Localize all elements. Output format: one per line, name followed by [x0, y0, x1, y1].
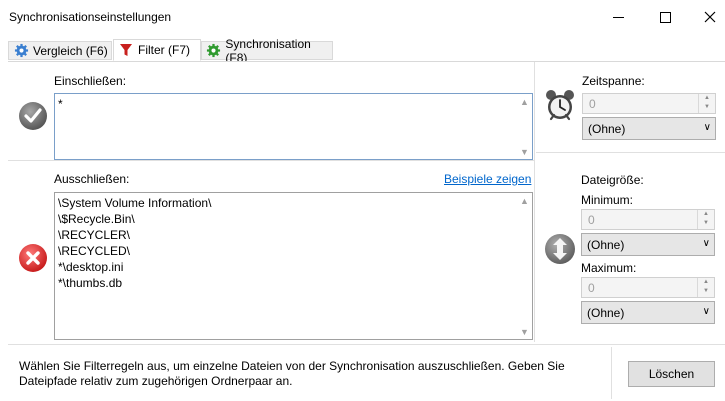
- check-icon: [19, 102, 47, 130]
- maximum-value: 0: [588, 281, 595, 295]
- exclude-scrollbar[interactable]: ▲ ▼: [517, 193, 532, 339]
- exclude-line: *\thumbs.db: [58, 276, 123, 290]
- spinner-buttons[interactable]: ▲ ▼: [698, 94, 715, 113]
- include-label: Einschließen:: [54, 74, 127, 88]
- minimum-unit-select[interactable]: (Ohne) ∨: [581, 233, 715, 256]
- scroll-down-icon[interactable]: ▼: [517, 324, 532, 339]
- maximize-icon: [659, 11, 671, 23]
- exclude-line: \RECYCLER\: [58, 228, 131, 242]
- minimize-button[interactable]: [603, 6, 633, 28]
- clear-button[interactable]: Löschen: [628, 361, 715, 387]
- minimum-spinner[interactable]: 0 ▲ ▼: [581, 209, 715, 230]
- spin-down-icon[interactable]: ▼: [698, 287, 714, 296]
- title-bar: Synchronisationseinstellungen: [0, 0, 725, 35]
- tab-vergleich[interactable]: Vergleich (F6): [8, 41, 112, 60]
- timespan-value: 0: [589, 97, 596, 111]
- tab-synchronisation[interactable]: Synchronisation (F8): [201, 37, 333, 65]
- funnel-icon: [118, 42, 134, 58]
- exclude-label: Ausschließen:: [54, 172, 130, 186]
- timespan-unit-select[interactable]: (Ohne) ∨: [582, 117, 716, 140]
- filter-panel: Einschließen: * ▲ ▼ Ausschließen: Beispi…: [8, 61, 725, 342]
- exclude-line: \System Volume Information\: [58, 196, 212, 210]
- maximum-unit-value: (Ohne): [587, 306, 625, 320]
- gear-green-icon: [206, 43, 221, 59]
- include-textarea[interactable]: * ▲ ▼: [54, 93, 533, 160]
- tab-filter[interactable]: Filter (F7): [113, 39, 201, 61]
- scroll-up-icon[interactable]: ▲: [517, 193, 532, 208]
- timespan-spinner[interactable]: 0 ▲ ▼: [582, 93, 716, 114]
- minimum-unit-value: (Ohne): [587, 238, 625, 252]
- scroll-up-icon[interactable]: ▲: [517, 94, 532, 109]
- exclude-icon: [19, 244, 47, 272]
- spin-up-icon[interactable]: ▲: [699, 94, 715, 103]
- exclude-line: \RECYCLED\: [58, 244, 131, 258]
- scroll-down-icon[interactable]: ▼: [517, 144, 532, 159]
- include-scrollbar[interactable]: ▲ ▼: [517, 94, 532, 159]
- spinner-buttons[interactable]: ▲ ▼: [697, 278, 714, 297]
- limits-area: Zeitspanne: 0 ▲ ▼ (Ohne) ∨ Dateigröße: Mi…: [536, 62, 725, 342]
- exclude-line: *\desktop.ini: [58, 260, 124, 274]
- minimum-label: Minimum:: [581, 193, 634, 207]
- chevron-down-icon: ∨: [702, 306, 710, 317]
- footer: Wählen Sie Filterregeln aus, um einzelne…: [8, 344, 725, 401]
- filter-hint-text: Wählen Sie Filterregeln aus, um einzelne…: [19, 359, 565, 388]
- chevron-down-icon: ∨: [702, 238, 710, 249]
- section-divider: [8, 160, 535, 161]
- section-divider: [536, 152, 725, 153]
- maximize-button[interactable]: [650, 6, 680, 28]
- spin-down-icon[interactable]: ▼: [699, 103, 715, 112]
- spinner-buttons[interactable]: ▲ ▼: [697, 210, 714, 229]
- filesize-label: Dateigröße:: [581, 173, 644, 187]
- maximum-spinner[interactable]: 0 ▲ ▼: [581, 277, 715, 298]
- close-icon: [704, 11, 716, 23]
- spin-down-icon[interactable]: ▼: [698, 219, 714, 228]
- maximum-unit-select[interactable]: (Ohne) ∨: [581, 301, 715, 324]
- tab-label: Filter (F7): [138, 43, 190, 57]
- timespan-label: Zeitspanne:: [582, 74, 645, 88]
- minimum-value: 0: [588, 213, 595, 227]
- examples-link[interactable]: Beispiele zeigen: [444, 172, 531, 186]
- include-text: *: [58, 97, 63, 111]
- gear-icon: [13, 43, 29, 59]
- minimize-icon: [612, 16, 624, 18]
- chevron-down-icon: ∨: [703, 122, 711, 133]
- spin-up-icon[interactable]: ▲: [698, 210, 714, 219]
- timespan-unit-value: (Ohne): [588, 122, 626, 136]
- spin-up-icon[interactable]: ▲: [698, 278, 714, 287]
- footer-divider: [611, 347, 612, 399]
- maximum-label: Maximum:: [581, 261, 637, 275]
- exclude-line: \$Recycle.Bin\: [58, 212, 135, 226]
- window-title: Synchronisationseinstellungen: [9, 10, 172, 24]
- filter-rules-area: Einschließen: * ▲ ▼ Ausschließen: Beispi…: [8, 62, 535, 342]
- tab-label: Vergleich (F6): [33, 43, 108, 58]
- file-size-icon: [545, 234, 575, 264]
- alarm-clock-icon: [546, 90, 574, 121]
- close-button[interactable]: [695, 6, 725, 28]
- exclude-textarea[interactable]: \System Volume Information\ \$Recycle.Bi…: [54, 192, 533, 340]
